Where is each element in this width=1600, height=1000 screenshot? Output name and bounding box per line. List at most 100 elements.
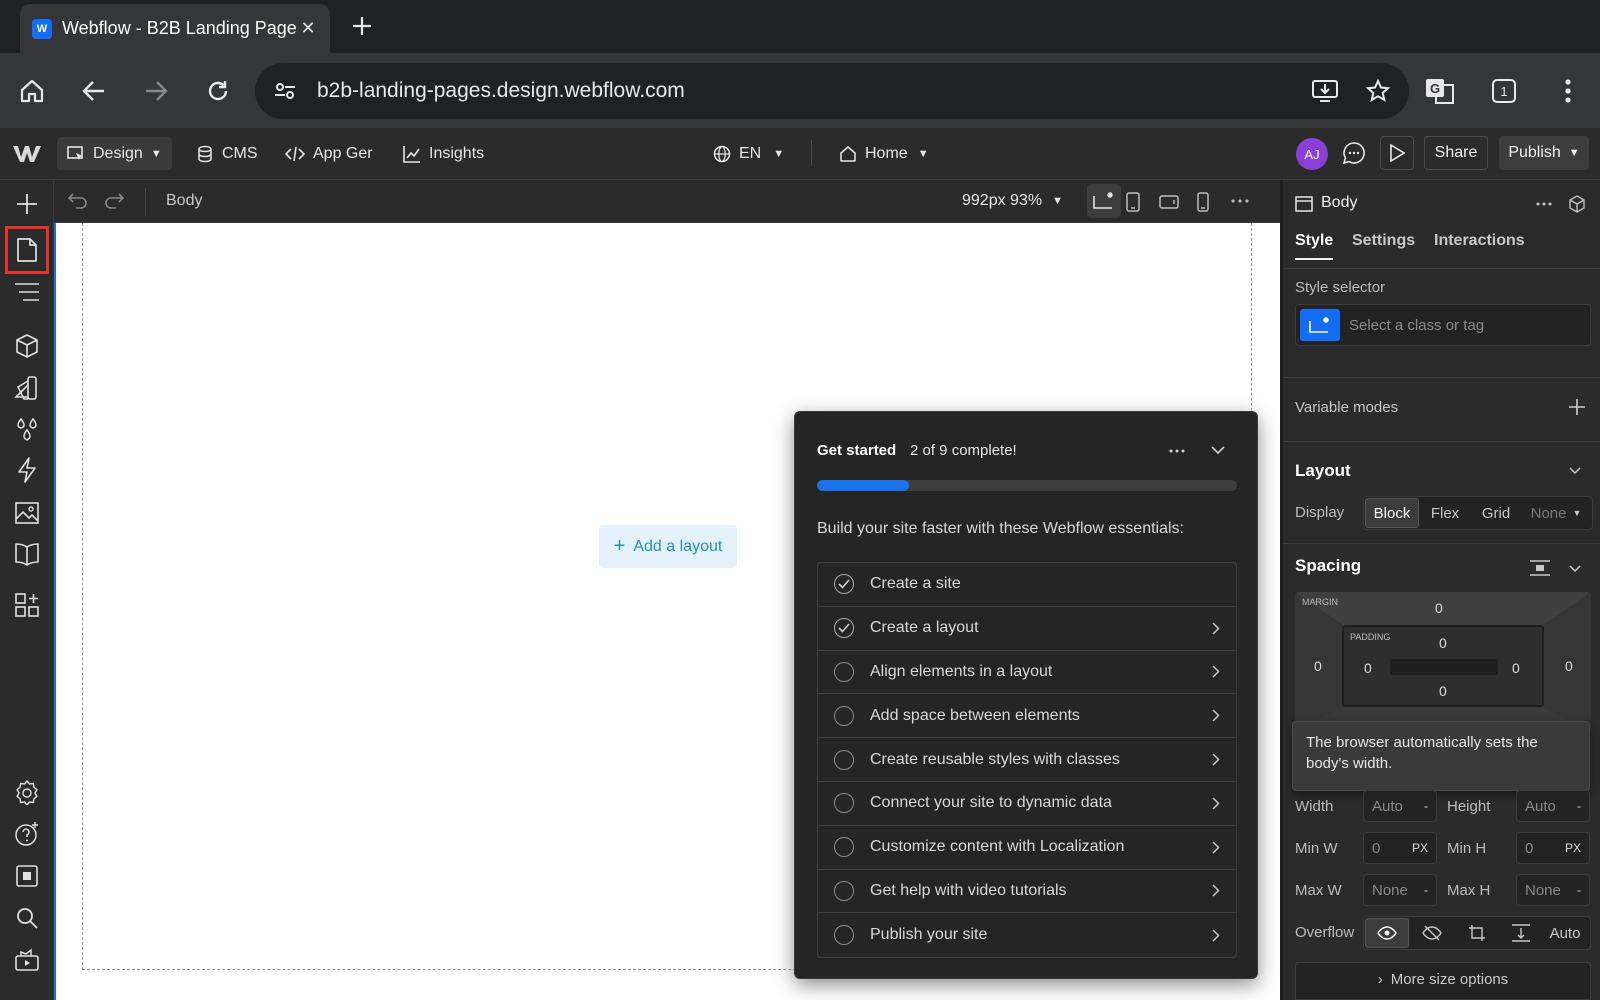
- share-button[interactable]: Share: [1424, 136, 1488, 170]
- padding-top-value[interactable]: 0: [1439, 635, 1447, 651]
- more-options-icon[interactable]: [1231, 199, 1249, 203]
- style-guide-icon[interactable]: [7, 368, 47, 408]
- assets-icon[interactable]: [7, 492, 47, 532]
- min-height-input[interactable]: 0 PX: [1516, 832, 1590, 864]
- component-create-icon[interactable]: [1567, 194, 1587, 214]
- margin-top-value[interactable]: 0: [1435, 600, 1443, 616]
- checkmark-circle-icon[interactable]: [834, 574, 854, 595]
- page-selector[interactable]: Home ▼: [829, 137, 939, 170]
- more-options-icon[interactable]: [1536, 202, 1552, 206]
- preview-play-button[interactable]: [1380, 136, 1414, 170]
- cms-button[interactable]: CMS: [186, 137, 268, 170]
- padding-right-value[interactable]: 0: [1512, 660, 1520, 676]
- checklist-item[interactable]: Create reusable styles with classes: [818, 738, 1236, 782]
- max-height-unit[interactable]: -: [1577, 883, 1581, 897]
- checklist-item[interactable]: Connect your site to dynamic data: [818, 782, 1236, 826]
- checklist-item[interactable]: Customize content with Localization: [818, 826, 1236, 870]
- min-height-unit[interactable]: PX: [1565, 841, 1581, 855]
- add-layout-button[interactable]: + Add a layout: [599, 525, 737, 568]
- browser-tab[interactable]: W Webflow - B2B Landing Page ✕: [20, 4, 330, 53]
- reload-icon[interactable]: [198, 71, 238, 111]
- interactions-icon[interactable]: [7, 450, 47, 490]
- search-icon[interactable]: [7, 898, 47, 938]
- empty-circle-icon[interactable]: [834, 837, 854, 858]
- comments-icon[interactable]: [1341, 140, 1367, 166]
- checklist-item[interactable]: Add space between elements: [818, 694, 1236, 739]
- margin-right-value[interactable]: 0: [1565, 658, 1573, 674]
- empty-circle-icon[interactable]: [834, 793, 854, 814]
- checklist-item[interactable]: Publish your site: [818, 913, 1236, 957]
- height-unit[interactable]: -: [1577, 799, 1581, 813]
- tablet-breakpoint-icon[interactable]: [1125, 192, 1141, 212]
- breadcrumb[interactable]: Body: [166, 192, 202, 210]
- address-bar[interactable]: b2b-landing-pages.design.webflow.com: [255, 63, 1409, 119]
- undo-icon[interactable]: [68, 191, 88, 209]
- redo-icon[interactable]: [104, 191, 124, 209]
- add-variable-mode-icon[interactable]: [1568, 398, 1586, 416]
- install-app-icon[interactable]: [1311, 78, 1339, 104]
- padding-bottom-value[interactable]: 0: [1439, 683, 1447, 699]
- apps-icon[interactable]: [7, 585, 47, 625]
- spacing-section-title[interactable]: Spacing: [1295, 556, 1361, 576]
- navigator-icon[interactable]: [7, 272, 47, 312]
- mobile-landscape-breakpoint-icon[interactable]: [1159, 194, 1179, 210]
- overflow-hidden-eye-off-icon[interactable]: [1409, 925, 1455, 941]
- mobile-portrait-breakpoint-icon[interactable]: [1196, 192, 1210, 212]
- url-text[interactable]: b2b-landing-pages.design.webflow.com: [317, 79, 685, 103]
- back-arrow-icon[interactable]: [74, 71, 114, 111]
- width-input[interactable]: Auto -: [1363, 790, 1437, 822]
- min-width-unit[interactable]: PX: [1412, 841, 1428, 855]
- tab-settings[interactable]: Settings: [1352, 232, 1415, 250]
- min-width-input[interactable]: 0 PX: [1363, 832, 1437, 864]
- locale-selector[interactable]: EN ▼: [703, 137, 794, 170]
- add-elements-icon[interactable]: [7, 184, 47, 224]
- checklist-item[interactable]: Create a site: [818, 563, 1236, 607]
- avatar[interactable]: AJ: [1296, 138, 1328, 170]
- home-icon[interactable]: [12, 71, 52, 111]
- overflow-visible-eye-icon[interactable]: [1365, 918, 1409, 948]
- display-flex-option[interactable]: Flex: [1419, 505, 1471, 522]
- display-block-option[interactable]: Block: [1365, 498, 1419, 528]
- tab-count-badge[interactable]: 1: [1484, 71, 1524, 111]
- close-tab-icon[interactable]: ✕: [298, 18, 318, 39]
- tab-interactions[interactable]: Interactions: [1434, 232, 1525, 250]
- collapse-chevron-icon[interactable]: [1211, 445, 1225, 455]
- chevron-down-icon[interactable]: [1569, 565, 1581, 573]
- design-mode-button[interactable]: Design ▼: [57, 137, 172, 170]
- translate-icon[interactable]: G: [1420, 71, 1460, 111]
- empty-circle-icon[interactable]: [834, 880, 854, 901]
- more-size-options-button[interactable]: › More size options: [1295, 962, 1591, 1000]
- overflow-scroll-icon[interactable]: [1499, 924, 1543, 942]
- empty-circle-icon[interactable]: [834, 661, 854, 682]
- desktop-breakpoint-icon[interactable]: [1087, 184, 1121, 218]
- max-height-input[interactable]: None -: [1516, 874, 1590, 906]
- margin-left-value[interactable]: 0: [1314, 658, 1322, 674]
- overflow-crop-icon[interactable]: [1455, 924, 1499, 942]
- more-options-icon[interactable]: [1169, 449, 1185, 453]
- publish-button[interactable]: Publish ▼: [1499, 136, 1589, 170]
- tab-style[interactable]: Style: [1295, 232, 1334, 260]
- settings-gear-icon[interactable]: [7, 772, 47, 812]
- insights-button[interactable]: Insights: [393, 137, 494, 170]
- overflow-auto-option[interactable]: Auto: [1543, 925, 1587, 942]
- audit-panel-icon[interactable]: [7, 856, 47, 896]
- viewport-size-selector[interactable]: 992px 93% ▼: [962, 192, 1063, 210]
- display-grid-option[interactable]: Grid: [1471, 505, 1521, 522]
- chevron-down-icon[interactable]: [1569, 467, 1581, 475]
- browser-menu-icon[interactable]: [1548, 71, 1588, 111]
- checklist-item[interactable]: Create a layout: [818, 607, 1236, 651]
- max-width-input[interactable]: None -: [1363, 874, 1437, 906]
- empty-circle-icon[interactable]: [834, 925, 854, 946]
- display-none-dropdown[interactable]: None ▼: [1521, 505, 1591, 522]
- height-input[interactable]: Auto -: [1516, 790, 1590, 822]
- width-unit[interactable]: -: [1424, 799, 1428, 813]
- cms-collections-icon[interactable]: [7, 534, 47, 574]
- layout-section-title[interactable]: Layout: [1295, 461, 1351, 481]
- checkmark-circle-icon[interactable]: [834, 618, 854, 639]
- empty-circle-icon[interactable]: [834, 705, 854, 726]
- forward-arrow-icon[interactable]: [136, 71, 176, 111]
- max-width-unit[interactable]: -: [1424, 883, 1428, 897]
- spacing-preset-icon[interactable]: [1529, 560, 1551, 576]
- new-tab-icon[interactable]: [346, 10, 378, 42]
- pages-icon[interactable]: [5, 226, 49, 274]
